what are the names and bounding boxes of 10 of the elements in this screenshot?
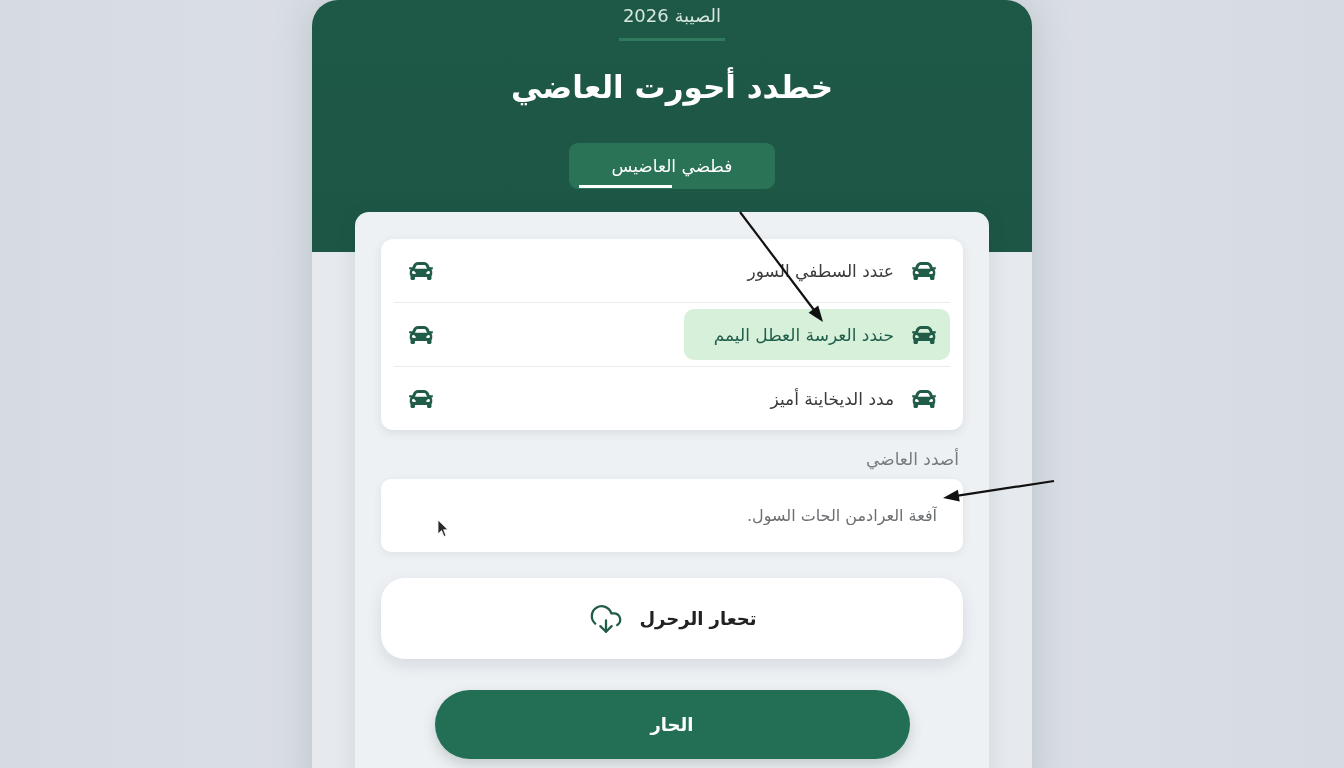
input-field[interactable]: آفعة العرادمن الحات السول.	[381, 479, 963, 552]
option-item[interactable]: حندد العرسة العطل اليمم	[683, 309, 950, 360]
primary-button[interactable]: الحار	[434, 690, 910, 759]
header-caption: الصيبة 2026	[622, 4, 722, 28]
mouse-cursor-icon	[437, 519, 449, 538]
tab[interactable]: فطضي العاضيس	[569, 143, 775, 189]
page-title: خطدد أحورت العاضي	[510, 67, 834, 107]
download-button[interactable]: تحعار الرحرل	[381, 578, 963, 659]
option-item[interactable]: مدد الديخاينة أميز	[740, 373, 950, 424]
field-label: أصدد العاضي	[866, 447, 959, 471]
